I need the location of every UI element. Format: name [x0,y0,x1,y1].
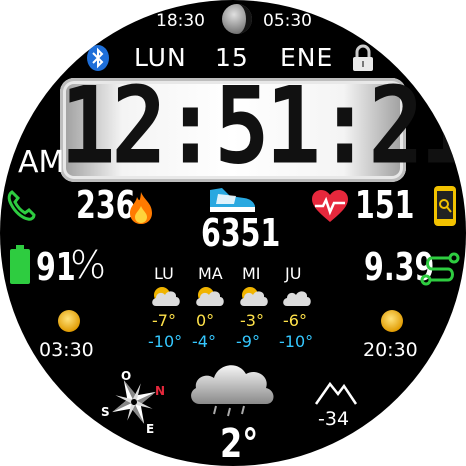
mountain-icon [314,381,358,405]
heart-rate-icon [312,190,348,222]
forecast-max-temp: 0° [196,311,215,330]
partly-cloudy-icon [152,287,180,306]
forecast-max-temp: -7° [152,311,176,330]
sun-icon [381,310,403,332]
forecast-day-label: LU [154,264,174,283]
sunset-time: 05:30 [263,11,312,31]
battery-icon [10,245,30,284]
sun-time-right: 20:30 [363,339,418,361]
partly-cloudy-icon [240,287,268,306]
compass-south: S [101,405,110,419]
compass-icon [112,380,156,424]
compass-east: E [146,422,155,436]
forecast-min-temp: -4° [192,332,216,351]
partly-cloudy-icon [283,291,311,306]
am-pm-indicator: AM [18,145,65,180]
current-temperature: 2° [220,421,259,466]
moon-phase-icon [222,4,252,34]
forecast-min-temp: -10° [279,332,314,351]
forecast-max-temp: -3° [240,311,264,330]
forecast-day-label: MI [242,264,261,283]
smartphone-icon[interactable] [432,184,458,228]
compass-north: N [155,384,166,398]
route-icon [420,252,460,286]
sun-time-left: 03:30 [39,339,94,361]
partly-cloudy-icon [196,287,224,306]
fire-icon [130,192,152,224]
forecast-max-temp: -6° [283,311,307,330]
forecast-day-label: MA [198,264,223,283]
cloud-weather-icon [191,365,274,417]
forecast-min-temp: -10° [148,332,183,351]
sunrise-time: 18:30 [156,11,205,31]
compass-north-o: O [121,369,132,383]
forecast-day-label: JU [285,264,302,283]
forecast-min-temp: -9° [236,332,260,351]
altitude-value: -34 [318,408,350,430]
battery-percent-sign: % [70,243,107,287]
sun-icon [58,310,80,332]
heart-rate-value: 151 [355,183,415,227]
watch-face: 18:30 05:30 LUN 15 ENE 12:51:21 AM 236 6… [0,0,466,466]
clock-time: 12:51:21 [60,64,466,188]
phone-icon[interactable] [6,188,36,222]
steps-value: 6351 [201,211,281,255]
sneaker-icon [210,188,255,212]
